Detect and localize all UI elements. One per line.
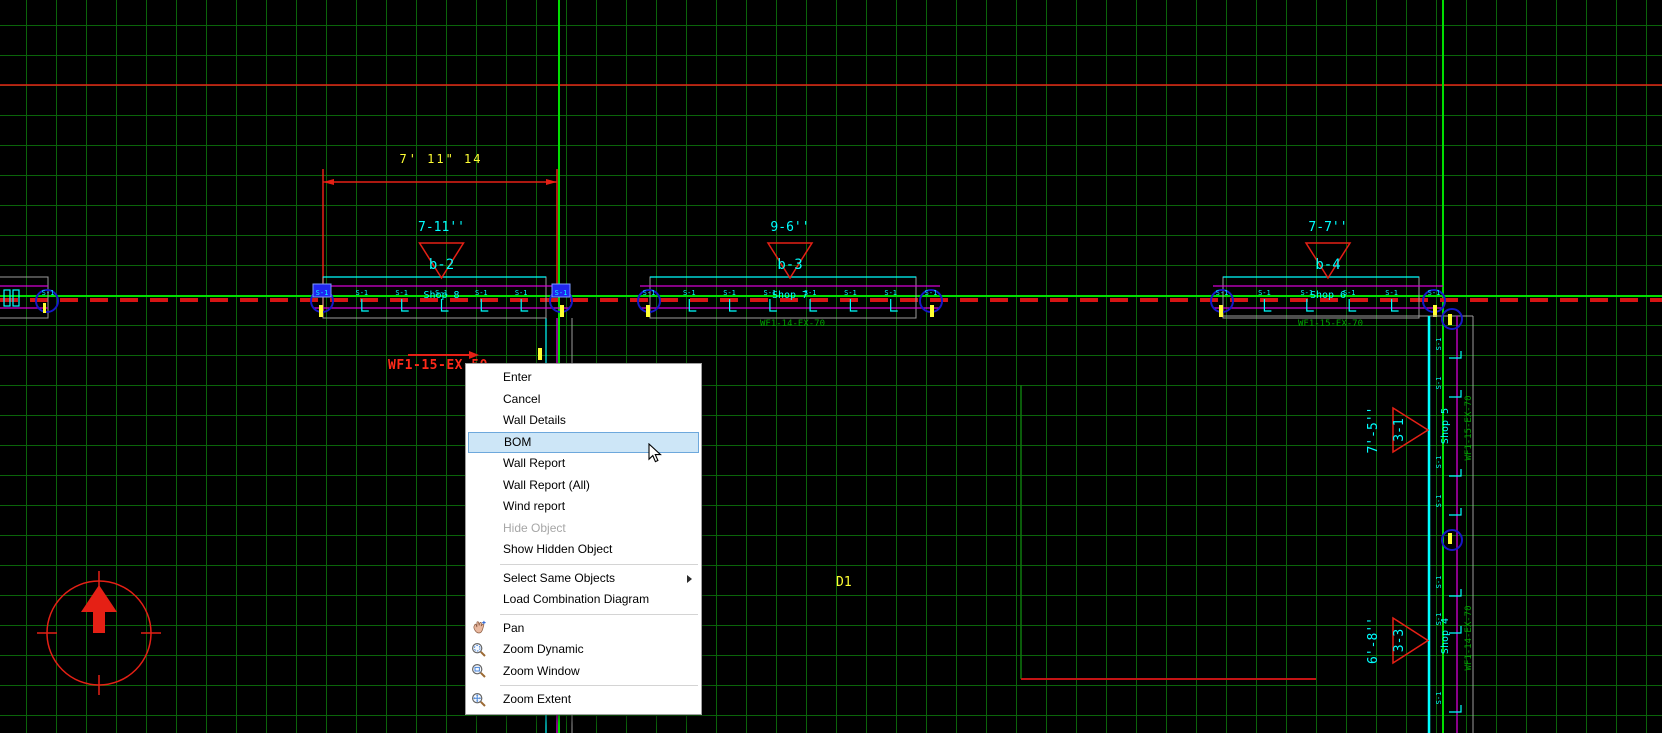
wall-tag: WF1-14-EX-70 — [760, 319, 825, 329]
north-arrow — [81, 585, 117, 612]
svg-text:S-1: S-1 — [925, 289, 938, 297]
svg-text:S-1: S-1 — [1385, 289, 1398, 297]
shop-label: Shop 8 — [423, 290, 459, 301]
wall-tag: WF1-14-EX-70 — [1464, 605, 1474, 670]
menu-item-wall-details[interactable]: Wall Details — [466, 410, 701, 432]
cad-viewport[interactable]: S-1 S-1 S-1 S-1 S-1 S-1 S-1 Shop 8 7-11'' b-2 WF1-… — [0, 0, 1662, 733]
wall-b-4[interactable]: S-1 S-1 S-1 S-1 S-1 S-1Shop 67-7''b-4WF1-15-E… — [1210, 220, 1446, 329]
svg-text:S-1: S-1 — [42, 289, 55, 297]
menu-item-select-same-objects[interactable]: Select Same Objects — [466, 568, 701, 590]
menu-item-zoom-dynamic[interactable]: Zoom Dynamic — [466, 639, 701, 661]
zoom-dynamic-icon — [471, 642, 487, 658]
pan-icon — [471, 620, 487, 636]
north-arrow-compass — [37, 571, 161, 695]
svg-text:S-1: S-1 — [356, 289, 369, 297]
zoom-window-icon — [471, 663, 487, 679]
svg-text:S-1: S-1 — [643, 289, 656, 297]
grid-label-d1: D1 — [836, 575, 852, 590]
svg-text:S-1: S-1 — [1216, 289, 1229, 297]
menu-separator — [500, 613, 698, 615]
svg-text:S-1: S-1 — [316, 289, 329, 297]
menu-separator — [500, 685, 698, 686]
menu-item-enter[interactable]: Enter — [466, 367, 701, 389]
svg-text:S-1: S-1 — [1435, 692, 1443, 705]
mouse-cursor — [648, 443, 662, 463]
svg-text:S-1: S-1 — [844, 289, 857, 297]
svg-text:S-1: S-1 — [515, 289, 528, 297]
anchor-mark — [319, 305, 323, 317]
wall-b-3[interactable]: S-1 S-1 S-1 S-1 S-1 S-1 S-1 S-1Shop 79-6''b-3WF… — [637, 220, 943, 329]
shop-label: Shop 6 — [1310, 290, 1346, 301]
menu-item-show-hidden-object[interactable]: Show Hidden Object — [466, 539, 701, 561]
wall-id: b-3 — [777, 257, 802, 273]
svg-text:S-1: S-1 — [395, 289, 408, 297]
wall-id: 3-3 — [1392, 629, 1407, 652]
width-dimension: 6'-8'' — [1366, 617, 1381, 664]
svg-text:S-1: S-1 — [475, 289, 488, 297]
menu-separator — [500, 563, 698, 565]
anchor-mark — [1219, 305, 1223, 317]
menu-item-zoom-extent[interactable]: Zoom Extent — [466, 689, 701, 711]
width-dimension: 9-6'' — [770, 220, 809, 235]
menu-item-bom[interactable]: BOM — [468, 431, 699, 453]
zoom-extent-icon — [471, 692, 487, 708]
svg-text:S-1: S-1 — [1435, 495, 1443, 508]
wall-id: 3-1 — [1392, 418, 1407, 441]
anchor-mark — [646, 305, 650, 317]
svg-text:S-1: S-1 — [1435, 576, 1443, 589]
menu-item-hide-object: Hide Object — [503, 520, 566, 535]
menu-item-wall-report-all[interactable]: Wall Report (All) — [466, 475, 701, 497]
menu-item-load-combination-diagram[interactable]: Load Combination Diagram — [466, 589, 701, 611]
svg-text:S-1: S-1 — [884, 289, 897, 297]
width-dimension: 7-7'' — [1308, 220, 1347, 235]
wall-tag: WF1-15-EX-70 — [1464, 395, 1474, 460]
svg-text:S-1: S-1 — [1428, 289, 1441, 297]
wall-vertical-right[interactable]: S-1S-1S-1S-1S-1S-1S-1Shop 5 WF1-15-EX-70S… — [1223, 308, 1474, 733]
svg-text:S-1: S-1 — [1258, 289, 1271, 297]
wall-id: b-2 — [429, 257, 454, 273]
anchor-mark — [930, 305, 934, 317]
svg-text:S-1: S-1 — [723, 289, 736, 297]
svg-text:S-1: S-1 — [1435, 456, 1443, 469]
svg-text:S-1: S-1 — [1435, 338, 1443, 351]
svg-text:S-1: S-1 — [683, 289, 696, 297]
svg-text:S-1: S-1 — [1435, 377, 1443, 390]
context-menu: Enter Cancel Wall Details BOM Wall Report Wal… — [465, 363, 702, 715]
submenu-arrow-icon — [687, 574, 692, 583]
menu-item-pan[interactable]: Pan — [466, 618, 701, 640]
menu-item-cancel[interactable]: Cancel — [466, 389, 701, 411]
wall-id: b-4 — [1315, 257, 1340, 273]
width-dimension: 7'-5'' — [1366, 407, 1381, 454]
anchor-mark — [560, 305, 564, 317]
dimension-note: 7' 11" 14 — [399, 152, 483, 166]
shop-label: Shop 5 — [1440, 408, 1451, 444]
anchor-mark — [538, 348, 542, 360]
width-dimension: 7-11'' — [418, 220, 465, 235]
menu-item-zoom-window[interactable]: Zoom Window — [466, 661, 701, 683]
menu-item-wind-report[interactable]: Wind report — [466, 496, 701, 518]
svg-text:S-1: S-1 — [555, 289, 568, 297]
shop-label: Shop 7 — [772, 290, 808, 301]
shop-label: Shop 4 — [1440, 618, 1451, 654]
menu-item-wall-report[interactable]: Wall Report — [466, 453, 701, 475]
cad-drawing: S-1 S-1 S-1 S-1 S-1 S-1 S-1 Shop 8 7-11'' b-2 WF1-… — [0, 0, 1662, 733]
wall-stub-left[interactable]: S-1 — [0, 276, 59, 319]
anchor-mark — [1433, 305, 1437, 317]
wall-tag: WF1-15-EX-70 — [1298, 319, 1363, 329]
